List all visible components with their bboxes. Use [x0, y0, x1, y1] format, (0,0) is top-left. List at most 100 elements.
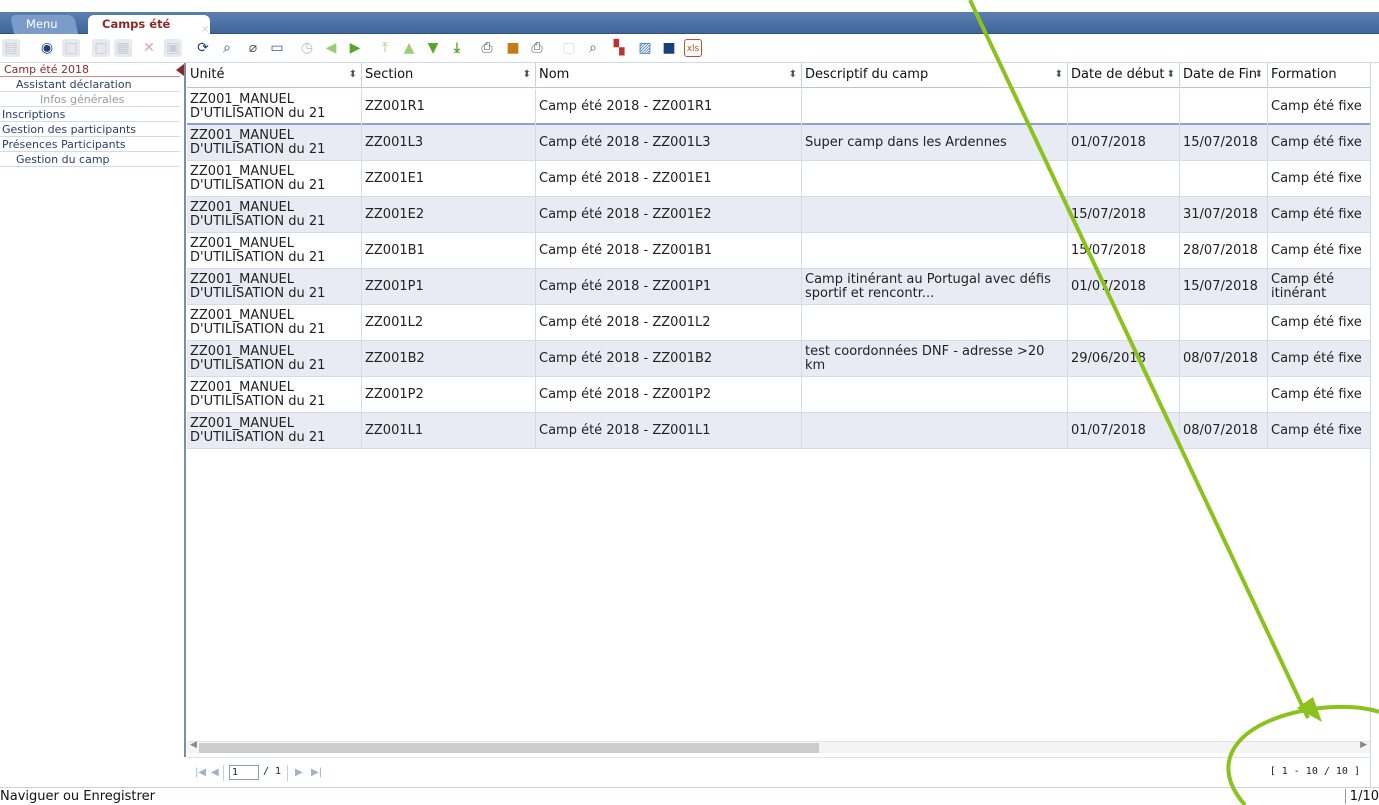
table-row[interactable]: ZZ001_MANUEL D'UTILISATION du 21 ZZ001P1 C… — [187, 269, 1370, 305]
cell-unite: ZZ001_MANUEL D'UTILISATION du 21 — [187, 197, 362, 233]
table-row[interactable]: ZZ001_MANUEL D'UTILISATION du 21 ZZ001R1 C… — [187, 89, 1370, 125]
column-header-date-debut[interactable]: Date de début ⬍ — [1068, 63, 1180, 88]
sort-icon[interactable]: ⬍ — [349, 63, 357, 87]
column-header-date-fin[interactable]: Date de Fin ⬍ — [1180, 63, 1268, 88]
table-row[interactable]: ZZ001_MANUEL D'UTILISATION du 21 ZZ001P2 C… — [187, 377, 1370, 413]
notebook-icon[interactable]: ■ — [660, 39, 678, 57]
cell-formation: Camp été fixe — [1271, 171, 1362, 186]
sidebar-item-gestion-camp[interactable]: Gestion du camp — [0, 153, 180, 167]
table-row[interactable]: ZZ001_MANUEL D'UTILISATION du 21 ZZ001E1 C… — [187, 161, 1370, 197]
column-header-label: Date de Fin — [1183, 67, 1257, 82]
sort-icon[interactable]: ⬍ — [1055, 63, 1063, 87]
sidebar-item-inscriptions[interactable]: Inscriptions — [0, 108, 180, 122]
cell-descriptif: test coordonnées DNF - adresse >20 km — [802, 341, 1068, 377]
scrollbar-thumb[interactable] — [199, 743, 819, 753]
archive-icon[interactable]: ▦ — [114, 39, 132, 57]
table-row[interactable]: ZZ001_MANUEL D'UTILISATION du 21 ZZ001B2 C… — [187, 341, 1370, 377]
table-row[interactable]: ZZ001_MANUEL D'UTILISATION du 21 ZZ001L1 C… — [187, 413, 1370, 449]
horizontal-scrollbar[interactable]: ◀ ▶ — [187, 740, 1370, 753]
column-header-label: Section — [365, 67, 414, 82]
cell-formation: Camp été fixe — [1271, 387, 1362, 402]
sidebar-item-presences-participants[interactable]: Présences Participants — [0, 138, 180, 152]
cell-unite: ZZ001_MANUEL D'UTILISATION du 21 — [187, 305, 362, 341]
form-icon[interactable]: ▭ — [268, 39, 286, 57]
book-icon[interactable]: ■ — [504, 39, 522, 57]
column-header-formation[interactable]: Formation — [1268, 63, 1370, 88]
cell-section: ZZ001P1 — [362, 269, 536, 305]
table-row[interactable]: ZZ001_MANUEL D'UTILISATION du 21 ZZ001B1 C… — [187, 233, 1370, 269]
column-header-descriptif[interactable]: Descriptif du camp ⬍ — [802, 63, 1068, 88]
table-row[interactable]: ZZ001_MANUEL D'UTILISATION du 21 ZZ001L2 C… — [187, 305, 1370, 341]
attach-icon[interactable]: ⌀ — [244, 39, 262, 57]
cell-fin: 31/07/2018 — [1180, 197, 1268, 233]
move-down-icon[interactable]: ▼ — [424, 39, 442, 57]
cell-nom: Camp été 2018 - ZZ001P2 — [536, 377, 802, 413]
move-bottom-icon[interactable]: ⤓ — [448, 39, 466, 57]
scroll-right-icon[interactable]: ▶ — [1360, 740, 1367, 750]
cell-fin: 08/07/2018 — [1180, 341, 1268, 377]
sort-icon[interactable]: ⬍ — [789, 63, 797, 87]
zoom-icon[interactable]: ⌕ — [584, 39, 602, 57]
cell-descriptif: Super camp dans les Ardennes — [802, 125, 1068, 161]
close-icon[interactable]: × — [201, 24, 209, 35]
table-row[interactable]: ZZ001_MANUEL D'UTILISATION du 21 ZZ001E2 C… — [187, 197, 1370, 233]
table-row[interactable]: ZZ001_MANUEL D'UTILISATION du 21 ZZ001L3 C… — [187, 125, 1370, 161]
tab-menu[interactable]: Menu — [9, 15, 79, 34]
collapse-arrow-icon[interactable] — [176, 64, 184, 76]
image-icon[interactable]: ▨ — [636, 39, 654, 57]
last-page-icon[interactable]: ▶| — [311, 767, 322, 778]
top-strip — [0, 0, 1379, 12]
cell-unite: ZZ001_MANUEL D'UTILISATION du 21 — [187, 413, 362, 449]
xls-icon[interactable]: xls — [684, 39, 702, 57]
sidebar-item-gestion-participants[interactable]: Gestion des participants — [0, 123, 180, 137]
cell-descriptif — [802, 305, 1068, 341]
sort-icon[interactable]: ⬍ — [523, 63, 531, 87]
print-preview-icon[interactable]: ⎙ — [478, 39, 496, 57]
first-page-icon[interactable]: |◀ — [195, 767, 206, 778]
column-header-nom[interactable]: Nom ⬍ — [536, 63, 802, 88]
next-icon[interactable]: ▶ — [346, 39, 364, 57]
tab-menu-label: Menu — [26, 17, 58, 31]
move-up-icon[interactable]: ▲ — [400, 39, 418, 57]
sort-icon[interactable]: ⬍ — [1255, 63, 1263, 87]
refresh-icon[interactable]: ⟳ — [194, 39, 212, 57]
cell-debut: 01/07/2018 — [1068, 413, 1180, 449]
clock-icon[interactable]: ◷ — [298, 39, 316, 57]
cell-unite: ZZ001_MANUEL D'UTILISATION du 21 — [187, 161, 362, 197]
page-number-input[interactable]: 1 — [229, 765, 259, 780]
prev-icon[interactable]: ◀ — [322, 39, 340, 57]
pager: |◀ ◀ 1 / 1 ▶ ▶| [ 1 - 10 / 10 ] — [187, 757, 1370, 787]
lock-icon[interactable]: ▢ — [560, 39, 578, 57]
scroll-left-icon[interactable]: ◀ — [190, 740, 197, 750]
sort-icon[interactable]: ⬍ — [1167, 63, 1175, 87]
prev-page-icon[interactable]: ◀ — [211, 767, 219, 778]
save-icon[interactable]: ▣ — [164, 39, 182, 57]
sidebar-item-assistant-declaration[interactable]: Assistant déclaration — [0, 78, 180, 92]
search-icon[interactable]: ⌕ — [218, 39, 236, 57]
help-icon[interactable]: ◉ — [38, 39, 56, 57]
cell-nom: Camp été 2018 - ZZ001L1 — [536, 413, 802, 449]
tab-camps-ete-2018[interactable]: Camps été 2018 — [88, 15, 210, 50]
cell-formation: Camp été fixe — [1271, 423, 1362, 438]
column-header-section[interactable]: Section ⬍ — [362, 63, 536, 88]
cell-unite: ZZ001_MANUEL D'UTILISATION du 21 — [187, 89, 362, 125]
cell-nom: Camp été 2018 - ZZ001R1 — [536, 89, 802, 125]
print-icon[interactable]: ⎙ — [528, 39, 546, 57]
cell-nom: Camp été 2018 - ZZ001L2 — [536, 305, 802, 341]
column-header-unite[interactable]: Unité ⬍ — [187, 63, 362, 88]
move-top-icon[interactable]: ⤒ — [376, 39, 394, 57]
sidebar: Camp été 2018 Assistant déclaration Info… — [0, 63, 186, 757]
cell-nom: Camp été 2018 - ZZ001P1 — [536, 269, 802, 305]
sidebar-item-infos-generales[interactable]: Infos générales — [0, 93, 180, 107]
folder-icon[interactable]: ▤ — [2, 39, 20, 57]
delete-icon[interactable]: ✕ — [140, 39, 158, 57]
camps-grid: Unité ⬍ Section ⬍ Nom ⬍ Descriptif du camp ⬍… — [187, 63, 1370, 741]
new-icon[interactable]: □ — [62, 39, 80, 57]
copy-icon[interactable]: ▢ — [92, 39, 110, 57]
cell-descriptif — [802, 413, 1068, 449]
cell-descriptif — [802, 377, 1068, 413]
cell-section: ZZ001E1 — [362, 161, 536, 197]
right-edge-strip — [1370, 63, 1379, 787]
export-icon[interactable]: ▚ — [610, 39, 628, 57]
next-page-icon[interactable]: ▶ — [295, 767, 303, 778]
